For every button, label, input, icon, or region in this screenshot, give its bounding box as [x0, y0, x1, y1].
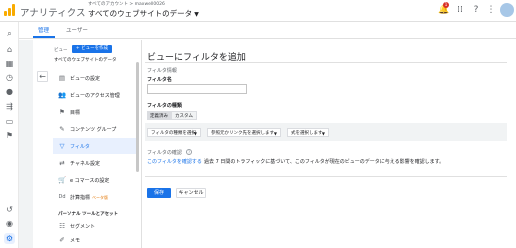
tab-users[interactable]: ユーザー [66, 26, 88, 34]
filter-type-select[interactable]: フィルタの種類を選択 ▼ [147, 128, 201, 137]
filter-name-input[interactable] [147, 84, 247, 94]
view-column-label: ビュー [54, 48, 68, 53]
top-header: アナリティクス すべてのアカウント > maxwell0026 すべてのウェブサ… [0, 0, 516, 22]
source-destination-select[interactable]: 参照元かリンク先を選択します ▼ [207, 128, 281, 137]
cancel-button[interactable]: キャンセル [176, 188, 206, 198]
filter-verify-label: フィルタの確認 [147, 150, 182, 156]
memo-icon: ✐ [59, 236, 65, 244]
filter-name-label: フィルタ名 [147, 77, 172, 83]
divider [145, 176, 507, 177]
view-selector[interactable]: すべてのウェブサイトのデータ ▼ [88, 8, 199, 19]
create-view-button[interactable]: + ビューを作成 [72, 45, 112, 53]
select-value: 参照元かリンク先を選択します [211, 131, 274, 136]
notification-badge: 1 [443, 2, 449, 8]
behavior-icon[interactable]: ▭ [4, 116, 15, 127]
help-icon[interactable]: ? [186, 149, 192, 155]
filter-type-custom[interactable]: カスタム [171, 111, 197, 120]
segment-icon: ☷ [59, 222, 65, 230]
realtime-icon[interactable]: ◷ [4, 72, 15, 83]
chevron-down-icon: ▼ [273, 131, 277, 136]
cart-icon: 🛒 [58, 176, 67, 184]
home-icon[interactable]: ⌂ [4, 44, 15, 55]
verify-filter-link[interactable]: このフィルタを確認する [147, 158, 202, 165]
filter-icon: ▽ [59, 142, 65, 150]
nav-item-label: コンテンツ グループ [70, 127, 117, 133]
nav-item-label: 目標 [70, 110, 81, 116]
select-value: フィルタの種類を選択 [151, 131, 196, 136]
calculated-metric-icon: Dd [58, 194, 66, 200]
active-tab-indicator [33, 36, 55, 38]
filter-type-predefined[interactable]: 定義済み [147, 111, 171, 120]
nav-item-ecommerce[interactable]: 🛒 e コマースの設定 [53, 172, 136, 188]
nav-item-memo[interactable]: ✐ メモ [53, 232, 136, 248]
app-name: アナリティクス [20, 8, 86, 19]
nav-item-calculated-metrics[interactable]: Dd 計算指標 ベータ版 [53, 189, 136, 205]
left-rail: ⌕ ⌂ ▦ ◷ ● ⇶ ▭ ⚑ ↺ ◉ ⚙ [0, 22, 19, 248]
nav-item-channel-settings[interactable]: ⇄ チャネル設定 [53, 155, 136, 171]
more-vert-icon[interactable]: ⋮ [486, 5, 496, 15]
panel-scrollbar[interactable] [136, 62, 139, 172]
nav-item-label: メモ [70, 238, 81, 244]
personal-tools-header: パーソナル ツールとアセット [58, 212, 118, 217]
nav-item-label: ビューのアクセス管理 [70, 93, 120, 99]
conversions-icon[interactable]: ⚑ [4, 130, 15, 141]
filter-info-section-label: フィルタ情報 [147, 68, 177, 74]
account-breadcrumb[interactable]: すべてのアカウント > maxwell0026 [88, 1, 165, 7]
help-icon[interactable]: ? [471, 5, 481, 15]
nav-item-label: フィルタ [70, 144, 90, 150]
acquisition-icon[interactable]: ⇶ [4, 101, 15, 112]
nav-item-label: e コマースの設定 [70, 178, 110, 184]
audience-icon[interactable]: ● [4, 86, 15, 97]
document-icon: ▤ [58, 74, 66, 82]
nav-item-content-grouping[interactable]: ✎ コンテンツ グループ [53, 121, 136, 137]
admin-gear-icon[interactable]: ⚙ [4, 233, 15, 244]
nav-item-view-access[interactable]: 👥 ビューのアクセス管理 [53, 87, 136, 103]
attribution-icon[interactable]: ↺ [4, 204, 15, 215]
search-icon[interactable]: ⌕ [4, 28, 15, 39]
nav-item-label-wrap: 計算指標 ベータ版 [70, 194, 108, 201]
nav-item-label: ビューの設定 [70, 76, 101, 82]
channel-icon: ⇄ [59, 159, 65, 167]
beta-badge: ベータ版 [92, 195, 109, 200]
expression-select[interactable]: 式を選択します ▼ [287, 128, 329, 137]
flag-icon: ⚑ [59, 108, 65, 116]
add-filter-form [141, 40, 516, 248]
chevron-down-icon: ▼ [194, 11, 199, 18]
select-value: 式を選択します [291, 131, 323, 136]
admin-tabs: 管理 ユーザー [19, 22, 516, 39]
back-arrow-icon[interactable]: ← [37, 71, 48, 82]
nav-item-filters[interactable]: ▽ フィルタ [53, 138, 136, 154]
discover-icon[interactable]: ◉ [4, 218, 15, 229]
nav-item-label: 計算指標 [70, 195, 91, 201]
filter-type-label: フィルタの種類 [147, 103, 182, 109]
chevron-down-icon: ▼ [193, 131, 197, 136]
tab-admin[interactable]: 管理 [38, 26, 49, 34]
nav-item-view-settings[interactable]: ▤ ビューの設定 [53, 70, 136, 86]
avatar[interactable] [500, 3, 514, 17]
nav-item-label: チャネル設定 [70, 161, 100, 167]
verify-filter-description: 過去 7 日間のトラフィックに基づいて、このフィルタが現在のビューのデータに与え… [204, 159, 445, 165]
users-icon: 👥 [58, 91, 67, 99]
analytics-logo-icon[interactable] [4, 4, 16, 16]
nav-item-label: セグメント [70, 224, 96, 230]
chevron-down-icon: ▼ [321, 131, 325, 136]
divider [145, 62, 507, 63]
content-group-icon: ✎ [59, 125, 65, 133]
current-view-name[interactable]: すべてのウェブサイトのデータ [54, 57, 117, 63]
save-button[interactable]: 保存 [147, 188, 171, 198]
view-selector-label: すべてのウェブサイトのデータ [88, 9, 193, 18]
apps-grid-icon[interactable]: ⁞⁞ [455, 5, 465, 15]
customization-icon[interactable]: ▦ [4, 58, 15, 69]
nav-item-goals[interactable]: ⚑ 目標 [53, 104, 136, 120]
